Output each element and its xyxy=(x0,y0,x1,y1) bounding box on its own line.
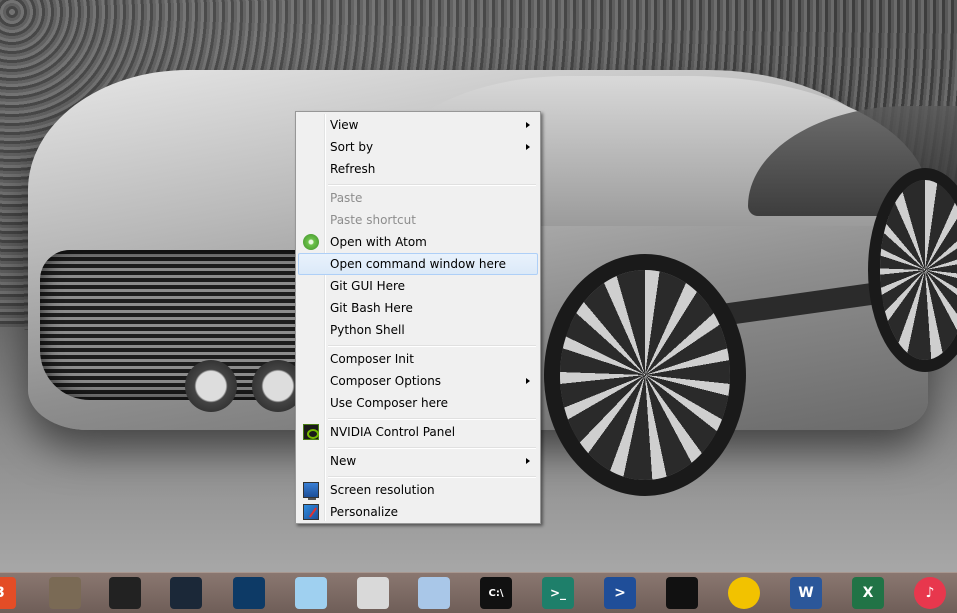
taskbar: 3 C:\ >_ > W X ♪ xyxy=(0,572,957,613)
menu-item-use-composer-here[interactable]: Use Composer here xyxy=(298,392,538,414)
menu-separator xyxy=(328,447,536,449)
menu-item-label: Paste xyxy=(330,191,363,205)
menu-item-label: Sort by xyxy=(330,140,374,154)
wallpaper-fog-light xyxy=(185,360,237,412)
personalize-icon xyxy=(303,504,319,520)
menu-item-paste-shortcut[interactable]: Paste shortcut xyxy=(298,209,538,231)
menu-item-label: Git GUI Here xyxy=(330,279,406,293)
menu-item-paste[interactable]: Paste xyxy=(298,187,538,209)
menu-item-python-shell[interactable]: Python Shell xyxy=(298,319,538,341)
html5-icon[interactable]: 3 xyxy=(0,577,16,609)
menu-separator xyxy=(328,345,536,347)
excel-icon[interactable]: X xyxy=(852,577,884,609)
terminal-icon[interactable]: >_ xyxy=(542,577,574,609)
command-prompt-icon[interactable]: C:\ xyxy=(480,577,512,609)
powershell-icon[interactable]: > xyxy=(604,577,636,609)
calculator-icon[interactable] xyxy=(418,577,450,609)
steam-icon[interactable] xyxy=(170,577,202,609)
submenu-arrow-icon xyxy=(526,458,530,464)
gimp-icon[interactable] xyxy=(49,577,81,609)
inkscape-icon[interactable] xyxy=(109,577,141,609)
menu-item-composer-options[interactable]: Composer Options xyxy=(298,370,538,392)
menu-item-label: NVIDIA Control Panel xyxy=(330,425,456,439)
menu-item-label: Python Shell xyxy=(330,323,405,337)
menu-item-git-bash-here[interactable]: Git Bash Here xyxy=(298,297,538,319)
menu-item-view[interactable]: View xyxy=(298,114,538,136)
battlenet-icon[interactable] xyxy=(233,577,265,609)
itunes-icon[interactable]: ♪ xyxy=(914,577,946,609)
menu-item-personalize[interactable]: Personalize xyxy=(298,501,538,523)
snipping-tool-icon[interactable] xyxy=(357,577,389,609)
atom-icon xyxy=(303,234,319,250)
menu-item-open-command-window[interactable]: Open command window here xyxy=(298,253,538,275)
menu-item-refresh[interactable]: Refresh xyxy=(298,158,538,180)
menu-item-nvidia-control-panel[interactable]: NVIDIA Control Panel xyxy=(298,421,538,443)
menu-item-git-gui-here[interactable]: Git GUI Here xyxy=(298,275,538,297)
submenu-arrow-icon xyxy=(526,144,530,150)
nvidia-icon xyxy=(303,424,319,440)
menu-item-label: Paste shortcut xyxy=(330,213,416,227)
wallpaper-car-wheel xyxy=(560,270,730,480)
screen-resolution-icon xyxy=(303,482,319,500)
menu-item-label: Refresh xyxy=(330,162,376,176)
menu-item-label: Screen resolution xyxy=(330,483,435,497)
gamemaker-icon[interactable] xyxy=(666,577,698,609)
menu-item-label: Personalize xyxy=(330,505,399,519)
menu-item-sort-by[interactable]: Sort by xyxy=(298,136,538,158)
menu-separator xyxy=(328,418,536,420)
menu-separator xyxy=(328,476,536,478)
desktop-context-menu: View Sort by Refresh Paste Paste shortcu… xyxy=(295,111,541,524)
menu-item-label: Open with Atom xyxy=(330,235,427,249)
submenu-arrow-icon xyxy=(526,378,530,384)
menu-item-new[interactable]: New xyxy=(298,450,538,472)
menu-item-label: New xyxy=(330,454,357,468)
menu-item-label: View xyxy=(330,118,359,132)
notepad-icon[interactable] xyxy=(295,577,327,609)
chrome-canary-icon[interactable] xyxy=(728,577,760,609)
menu-item-label: Git Bash Here xyxy=(330,301,413,315)
menu-item-label: Open command window here xyxy=(330,257,506,271)
menu-item-open-with-atom[interactable]: Open with Atom xyxy=(298,231,538,253)
submenu-arrow-icon xyxy=(526,122,530,128)
menu-item-screen-resolution[interactable]: Screen resolution xyxy=(298,479,538,501)
menu-separator xyxy=(328,184,536,186)
word-icon[interactable]: W xyxy=(790,577,822,609)
menu-item-label: Use Composer here xyxy=(330,396,449,410)
menu-item-composer-init[interactable]: Composer Init xyxy=(298,348,538,370)
menu-item-label: Composer Options xyxy=(330,374,442,388)
menu-item-label: Composer Init xyxy=(330,352,414,366)
